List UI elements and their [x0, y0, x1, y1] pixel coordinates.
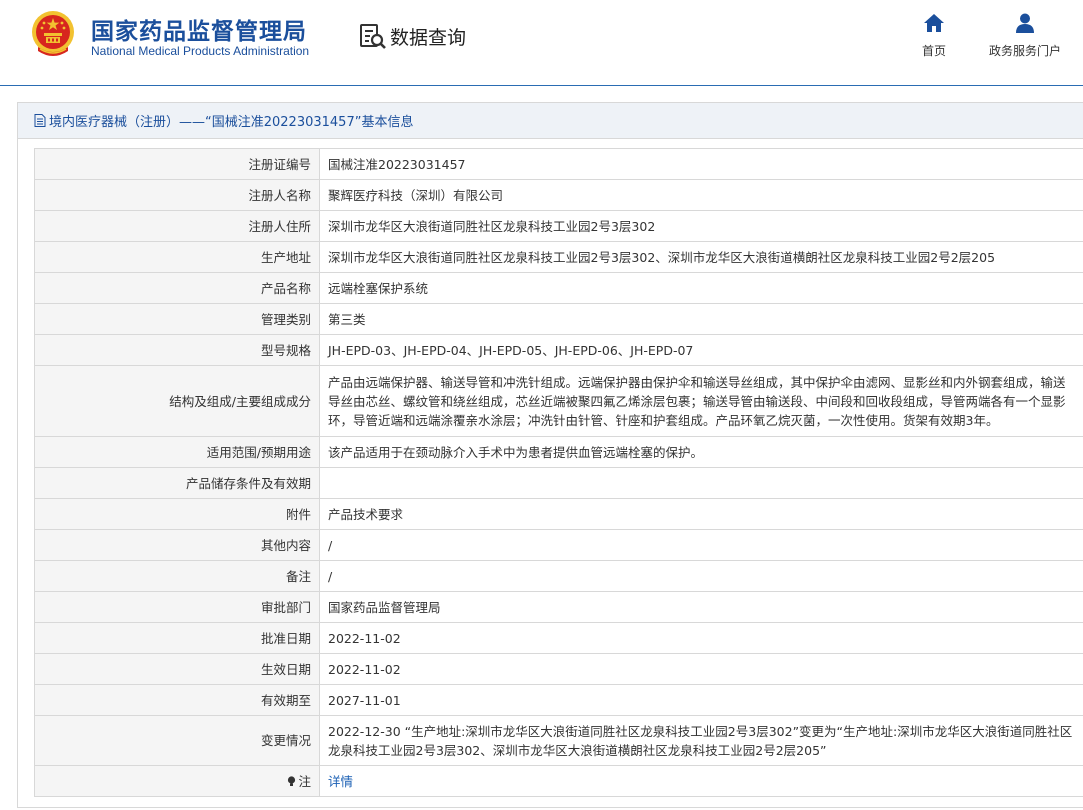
agency-name-cn: 国家药品监督管理局: [91, 19, 307, 45]
panel-title: 境内医疗器械（注册）——“国械注准20223031457”基本信息: [18, 103, 1083, 139]
row-value: JH-EPD-03、JH-EPD-04、JH-EPD-05、JH-EPD-06、…: [319, 334, 1083, 366]
row-label: 其他内容: [34, 529, 320, 561]
row-value: 2022-11-02: [319, 622, 1083, 654]
table-row: 适用范围/预期用途 该产品适用于在颈动脉介入手术中为患者提供血管远端栓塞的保护。: [34, 436, 1083, 468]
row-value: /: [319, 560, 1083, 592]
row-value: 国家药品监督管理局: [319, 591, 1083, 623]
nav-service-portal[interactable]: 政务服务门户: [982, 12, 1068, 59]
table-row: 批准日期 2022-11-02: [34, 622, 1083, 654]
table-row: 注册人名称 聚辉医疗科技（深圳）有限公司: [34, 179, 1083, 211]
row-value: 2027-11-01: [319, 684, 1083, 716]
table-row: 注 详情: [34, 765, 1083, 797]
lightbulb-icon: [288, 775, 296, 786]
row-value: 远端栓塞保护系统: [319, 272, 1083, 304]
row-label: 有效期至: [34, 684, 320, 716]
table-row: 其他内容 /: [34, 529, 1083, 561]
row-label: 管理类别: [34, 303, 320, 335]
row-value: 该产品适用于在颈动脉介入手术中为患者提供血管远端栓塞的保护。: [319, 436, 1083, 468]
data-query-label: 数据查询: [390, 26, 467, 49]
table-row: 注册人住所 深圳市龙华区大浪街道同胜社区龙泉科技工业园2号3层302: [34, 210, 1083, 242]
table-row: 附件 产品技术要求: [34, 498, 1083, 530]
nav-home[interactable]: 首页: [914, 12, 954, 59]
user-icon: [1016, 13, 1034, 33]
row-label: 适用范围/预期用途: [34, 436, 320, 468]
row-label: 注: [298, 773, 311, 789]
row-value: 2022-12-30 “生产地址:深圳市龙华区大浪街道同胜社区龙泉科技工业园2号…: [319, 715, 1083, 766]
row-label: 审批部门: [34, 591, 320, 623]
table-row: 产品名称 远端栓塞保护系统: [34, 272, 1083, 304]
row-label: 注册人名称: [34, 179, 320, 211]
row-label: 注册证编号: [34, 148, 320, 180]
row-label: 注册人住所: [34, 210, 320, 242]
row-label: 产品名称: [34, 272, 320, 304]
national-emblem-icon: [32, 11, 74, 56]
data-query-link[interactable]: 数据查询: [358, 20, 466, 52]
row-value: 国械注准20223031457: [319, 148, 1083, 180]
row-value: [319, 467, 1083, 499]
table-row: 生产地址 深圳市龙华区大浪街道同胜社区龙泉科技工业园2号3层302、深圳市龙华区…: [34, 241, 1083, 273]
row-label: 附件: [34, 498, 320, 530]
row-label: 生效日期: [34, 653, 320, 685]
table-row: 管理类别 第三类: [34, 303, 1083, 335]
magnifier-document-icon: [360, 24, 386, 49]
table-row: 变更情况 2022-12-30 “生产地址:深圳市龙华区大浪街道同胜社区龙泉科技…: [34, 715, 1083, 766]
row-label: 产品储存条件及有效期: [34, 467, 320, 499]
row-label: 生产地址: [34, 241, 320, 273]
row-value: 产品由远端保护器、输送导管和冲洗针组成。远端保护器由保护伞和输送导丝组成，其中保…: [319, 365, 1083, 437]
row-value: 聚辉医疗科技（深圳）有限公司: [319, 179, 1083, 211]
table-row: 有效期至 2027-11-01: [34, 684, 1083, 716]
row-value: 第三类: [319, 303, 1083, 335]
row-label: 变更情况: [34, 715, 320, 766]
site-header: 国家药品监督管理局 National Medical Products Admi…: [0, 0, 1083, 86]
table-row: 型号规格 JH-EPD-03、JH-EPD-04、JH-EPD-05、JH-EP…: [34, 334, 1083, 366]
table-row: 结构及组成/主要组成成分 产品由远端保护器、输送导管和冲洗针组成。远端保护器由保…: [34, 365, 1083, 437]
row-value: 2022-11-02: [319, 653, 1083, 685]
row-label: 结构及组成/主要组成成分: [34, 365, 320, 437]
row-value: 深圳市龙华区大浪街道同胜社区龙泉科技工业园2号3层302、深圳市龙华区大浪街道横…: [319, 241, 1083, 273]
table-row: 备注 /: [34, 560, 1083, 592]
table-row: 审批部门 国家药品监督管理局: [34, 591, 1083, 623]
note-label-cell: 注: [34, 765, 320, 797]
registration-detail-table: 注册证编号 国械注准20223031457 注册人名称 聚辉医疗科技（深圳）有限…: [34, 148, 1083, 797]
row-value: /: [319, 529, 1083, 561]
row-value: 产品技术要求: [319, 498, 1083, 530]
document-icon: [34, 114, 46, 127]
nav-service-portal-label: 政务服务门户: [988, 44, 1061, 58]
nav-home-label: 首页: [921, 44, 946, 58]
row-value: 深圳市龙华区大浪街道同胜社区龙泉科技工业园2号3层302: [319, 210, 1083, 242]
table-row: 生效日期 2022-11-02: [34, 653, 1083, 685]
note-value-cell: 详情: [319, 765, 1083, 797]
home-icon: [924, 14, 944, 32]
row-label: 型号规格: [34, 334, 320, 366]
detail-panel: 境内医疗器械（注册）——“国械注准20223031457”基本信息 注册证编号 …: [17, 102, 1083, 808]
agency-name-en: National Medical Products Administration: [91, 44, 310, 58]
row-label: 批准日期: [34, 622, 320, 654]
table-row: 产品储存条件及有效期: [34, 467, 1083, 499]
table-row: 注册证编号 国械注准20223031457: [34, 148, 1083, 180]
details-link[interactable]: 详情: [328, 774, 353, 789]
row-label: 备注: [34, 560, 320, 592]
panel-title-text: 境内医疗器械（注册）——“国械注准20223031457”基本信息: [49, 115, 414, 130]
